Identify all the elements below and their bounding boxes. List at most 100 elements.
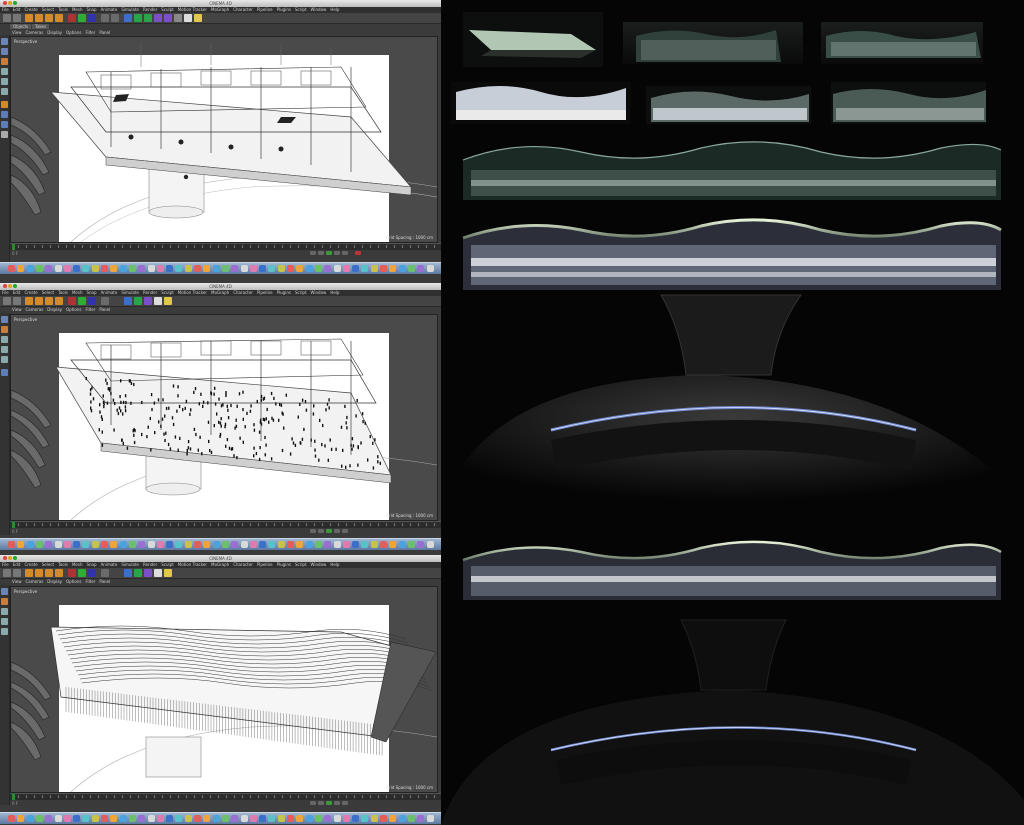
dock-app-icon[interactable]	[128, 815, 136, 822]
y-axis-icon[interactable]	[78, 14, 86, 22]
dock-app-icon[interactable]	[296, 815, 304, 822]
go-to-start-icon[interactable]	[310, 251, 316, 255]
view-menu-panel[interactable]: Panel	[97, 30, 112, 35]
live-select-icon[interactable]	[25, 569, 33, 577]
dock-app-icon[interactable]	[91, 541, 99, 548]
view-menu-cameras[interactable]: Cameras	[24, 579, 46, 584]
go-to-start-icon[interactable]	[310, 529, 316, 533]
dock-app-icon[interactable]	[407, 815, 415, 822]
dock-app-icon[interactable]	[17, 265, 25, 272]
render-thumb-section[interactable]	[451, 82, 631, 124]
tab-takes[interactable]: Takes	[32, 24, 50, 29]
dock-app-icon[interactable]	[184, 265, 192, 272]
cube-icon[interactable]	[124, 569, 132, 577]
render-thumb-elevation-2[interactable]	[821, 22, 983, 64]
dock-app-icon[interactable]	[333, 541, 341, 548]
dock-app-icon[interactable]	[426, 815, 434, 822]
dock-app-icon[interactable]	[175, 265, 183, 272]
dock-app-icon[interactable]	[54, 815, 62, 822]
y-axis-icon[interactable]	[78, 297, 86, 305]
dock-app-icon[interactable]	[156, 815, 164, 822]
dock-app-icon[interactable]	[287, 815, 294, 822]
dock-app-icon[interactable]	[361, 265, 369, 272]
dock-app-icon[interactable]	[426, 265, 434, 272]
dock-app-icon[interactable]	[240, 541, 248, 548]
points-mode-icon[interactable]	[1, 608, 8, 615]
undo-icon[interactable]	[3, 14, 11, 22]
view-menu-filter[interactable]: Filter	[83, 579, 97, 584]
view-menu-display[interactable]: Display	[45, 30, 64, 35]
undo-icon[interactable]	[3, 297, 11, 305]
dock-app-icon[interactable]	[138, 815, 146, 822]
view-menu-cameras[interactable]: Cameras	[24, 30, 46, 35]
view-menu-view[interactable]: View	[10, 30, 24, 35]
dock-app-icon[interactable]	[110, 541, 118, 548]
dock-app-icon[interactable]	[166, 265, 174, 272]
dock-app-icon[interactable]	[370, 815, 378, 822]
dock-app-icon[interactable]	[17, 815, 25, 822]
scale-icon[interactable]	[45, 14, 53, 22]
view-menu-display[interactable]: Display	[45, 579, 64, 584]
dock-app-icon[interactable]	[380, 541, 387, 548]
dock-app-icon[interactable]	[82, 265, 90, 272]
dock-app-icon[interactable]	[314, 265, 322, 272]
view-menu-view[interactable]: View	[10, 307, 24, 312]
light-icon[interactable]	[164, 297, 172, 305]
dock-app-icon[interactable]	[407, 265, 415, 272]
make-editable-icon[interactable]	[1, 38, 8, 45]
dock-app-icon[interactable]	[380, 265, 387, 272]
dock-app-icon[interactable]	[380, 815, 387, 822]
dock-app-icon[interactable]	[231, 541, 239, 548]
dock-app-icon[interactable]	[305, 265, 313, 272]
x-axis-icon[interactable]	[68, 14, 76, 22]
dock-app-icon[interactable]	[407, 541, 415, 548]
live-select-icon[interactable]	[25, 14, 33, 22]
spline-icon[interactable]	[134, 569, 142, 577]
dock-app-icon[interactable]	[231, 815, 239, 822]
dock-app-icon[interactable]	[128, 541, 136, 548]
play-icon[interactable]	[326, 251, 332, 255]
y-axis-icon[interactable]	[78, 569, 86, 577]
play-icon[interactable]	[326, 801, 332, 805]
dock-app-icon[interactable]	[352, 815, 360, 822]
render-view-icon[interactable]	[101, 297, 109, 305]
nurbs-icon[interactable]	[144, 14, 152, 22]
dock-app-icon[interactable]	[194, 541, 201, 548]
view-menu-display[interactable]: Display	[45, 307, 64, 312]
render-thumb-interior[interactable]	[646, 86, 811, 124]
dock-app-icon[interactable]	[249, 815, 257, 822]
dock-app-icon[interactable]	[147, 541, 155, 548]
next-frame-icon[interactable]	[334, 251, 340, 255]
dock-app-icon[interactable]	[314, 815, 322, 822]
edges-mode-icon[interactable]	[1, 618, 8, 625]
tab-objects[interactable]: Objects	[10, 24, 32, 29]
dock-app-icon[interactable]	[35, 815, 43, 822]
tweak-icon[interactable]	[1, 111, 8, 118]
camera-icon[interactable]	[184, 14, 192, 22]
dock-app-icon[interactable]	[194, 815, 201, 822]
dock-app-icon[interactable]	[128, 265, 136, 272]
dock-app-icon[interactable]	[277, 265, 285, 272]
dock-app-icon[interactable]	[342, 815, 350, 822]
move-icon[interactable]	[35, 14, 43, 22]
enable-axis-icon[interactable]	[1, 101, 8, 108]
camera-icon[interactable]	[154, 569, 162, 577]
dock-app-icon[interactable]	[35, 265, 43, 272]
dock-app-icon[interactable]	[240, 265, 248, 272]
snap-icon[interactable]	[1, 369, 8, 376]
edges-mode-icon[interactable]	[1, 346, 8, 353]
view-menu-cameras[interactable]: Cameras	[24, 307, 46, 312]
view-menu-panel[interactable]: Panel	[97, 307, 112, 312]
record-icon[interactable]	[355, 251, 361, 255]
dock-app-icon[interactable]	[110, 265, 118, 272]
dock-app-icon[interactable]	[82, 541, 90, 548]
dock-app-icon[interactable]	[259, 541, 267, 548]
dock-app-icon[interactable]	[175, 541, 183, 548]
render-picture-viewer-icon[interactable]	[111, 14, 119, 22]
dock-app-icon[interactable]	[352, 265, 360, 272]
redo-icon[interactable]	[13, 297, 21, 305]
light-icon[interactable]	[164, 569, 172, 577]
camera-icon[interactable]	[154, 297, 162, 305]
dock-app-icon[interactable]	[398, 265, 406, 272]
dock-app-icon[interactable]	[240, 815, 248, 822]
